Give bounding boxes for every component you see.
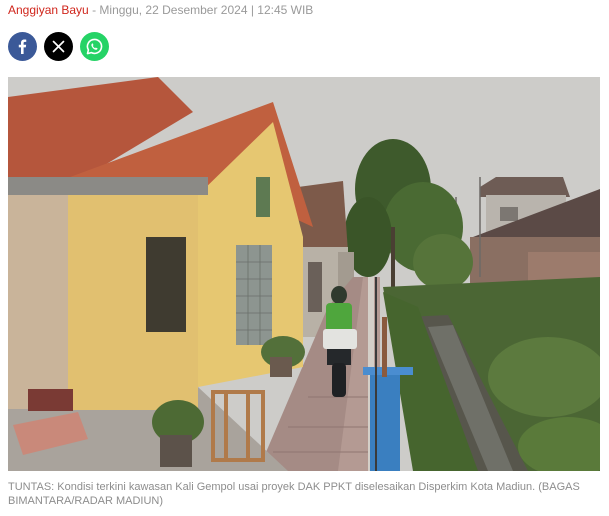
article-photo (8, 77, 600, 471)
street-scene-photo (8, 77, 600, 471)
publish-date: Minggu, 22 Desember 2024 | 12:45 WIB (99, 3, 314, 17)
byline-separator: - (88, 3, 100, 17)
whatsapp-share-button[interactable] (80, 32, 109, 61)
photo-caption: TUNTAS: Kondisi terkini kawasan Kali Gem… (8, 481, 580, 507)
whatsapp-icon (86, 38, 103, 55)
x-share-button[interactable] (44, 32, 73, 61)
x-icon (52, 40, 65, 53)
share-bar (8, 32, 109, 61)
canal-area (383, 277, 600, 471)
author-link[interactable]: Anggiyan Bayu (8, 3, 89, 17)
facebook-share-button[interactable] (8, 32, 37, 61)
article-byline: Anggiyan Bayu - Minggu, 22 Desember 2024… (8, 3, 313, 18)
facebook-icon (18, 39, 27, 54)
